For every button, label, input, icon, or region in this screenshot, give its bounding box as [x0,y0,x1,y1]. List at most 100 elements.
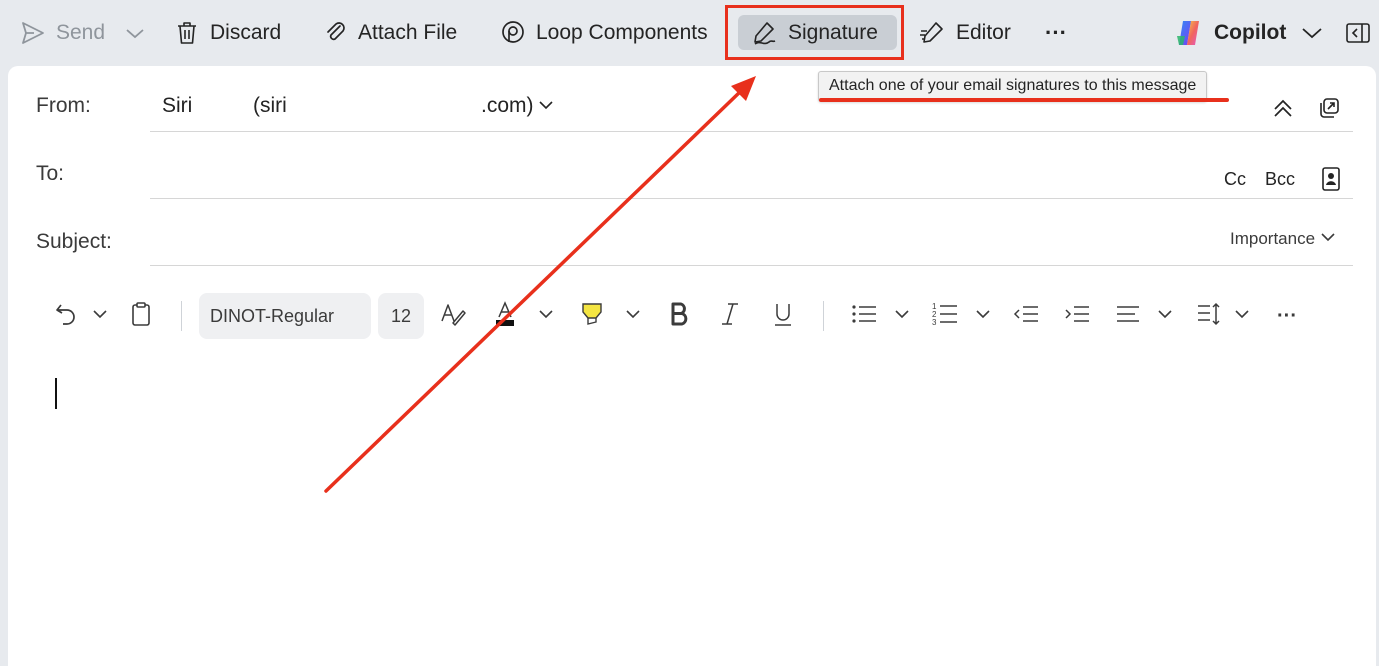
font-color-dropdown[interactable] [535,294,557,338]
chevron-down-icon [537,307,555,326]
bullet-list-icon [850,302,878,331]
subject-input[interactable] [150,218,1200,264]
tooltip-annotation-underline [819,98,1229,102]
chevron-down-icon [91,307,109,326]
more-options-button[interactable]: ··· [1045,14,1067,52]
loop-components-button[interactable]: Loop Components [500,14,708,52]
to-label: To: [36,162,65,185]
toggle-pane-button[interactable] [1344,14,1372,52]
line-spacing-button[interactable] [1193,294,1225,338]
chevron-down-icon [624,307,642,326]
chevron-down-icon [1300,22,1324,44]
chevron-down-icon [893,307,911,326]
double-chevron-up-icon [1270,99,1296,124]
side-pane-icon [1344,21,1372,45]
address-book-button[interactable] [1319,165,1343,198]
font-size-select[interactable]: 12 [378,293,424,339]
pop-out-button[interactable] [1317,96,1341,125]
chevron-down-icon [1233,307,1251,326]
font-size-value: 12 [390,305,412,326]
loop-icon [500,20,526,46]
text-caret [55,378,57,409]
send-label: Send [56,21,106,44]
bullets-dropdown[interactable] [891,294,913,338]
editor-label: Editor [956,21,1011,44]
format-separator [181,301,182,331]
to-input[interactable] [150,150,1200,196]
attach-file-button[interactable]: Attach File [324,14,457,52]
send-button[interactable]: Send [20,14,105,52]
bcc-button[interactable]: Bcc [1265,169,1295,190]
send-options-dropdown[interactable] [124,14,146,52]
align-left-icon [1114,302,1142,331]
to-divider [150,198,1353,199]
chevron-down-icon [1320,229,1336,249]
format-styles-button[interactable] [437,294,469,338]
attach-file-label: Attach File [358,21,458,44]
align-button[interactable] [1112,294,1144,338]
underline-icon [772,301,794,332]
decrease-indent-button[interactable] [1010,294,1042,338]
signature-annotation-box [725,5,904,60]
chevron-down-icon [538,94,554,118]
subject-divider [150,265,1353,266]
copilot-button[interactable]: Copilot [1174,14,1286,52]
from-email-start: (siri [253,94,287,117]
copilot-label: Copilot [1214,21,1287,44]
from-divider [150,131,1353,132]
discard-button[interactable]: Discard [174,14,281,52]
font-family-value: DINOT-Regular [210,305,335,326]
from-account-selector[interactable]: .com) [481,94,554,118]
italic-icon [719,301,741,332]
cc-button[interactable]: Cc [1224,169,1246,190]
more-options-label: ··· [1045,20,1067,45]
paperclip-icon [324,20,348,46]
line-spacing-icon [1195,301,1223,332]
importance-label: Importance [1230,229,1316,248]
from-email-end: .com) [481,94,534,117]
bullets-button[interactable] [848,294,880,338]
editor-pen-icon [918,20,946,46]
format-separator [823,301,824,331]
chevron-down-icon [1156,307,1174,326]
align-dropdown[interactable] [1154,294,1176,338]
svg-text:3: 3 [932,318,937,327]
underline-button[interactable] [768,294,798,338]
font-color-icon [492,300,518,333]
send-icon [20,20,46,46]
indent-icon [1063,302,1091,331]
highlight-button[interactable] [577,294,607,338]
highlighter-icon [579,300,605,333]
font-family-select[interactable]: DINOT-Regular [199,293,371,339]
undo-icon [53,301,79,332]
outdent-icon [1012,302,1040,331]
numbering-dropdown[interactable] [972,294,994,338]
collapse-header-button[interactable] [1270,96,1296,125]
discard-label: Discard [210,21,282,44]
increase-indent-button[interactable] [1061,294,1093,338]
copilot-icon [1174,18,1204,48]
copilot-dropdown[interactable] [1300,14,1324,52]
message-body[interactable] [30,350,1360,645]
chevron-down-icon [974,307,992,326]
bold-button[interactable] [664,294,694,338]
numbering-button[interactable]: 123 [929,294,961,338]
clipboard-icon [130,301,152,332]
line-spacing-dropdown[interactable] [1231,294,1253,338]
highlight-dropdown[interactable] [622,294,644,338]
clipboard-button[interactable] [126,294,156,338]
loop-components-label: Loop Components [536,21,708,44]
importance-dropdown[interactable]: Importance [1230,229,1336,249]
editor-button[interactable]: Editor [918,14,1011,52]
font-color-button[interactable] [490,294,520,338]
subject-label: Subject: [36,230,112,253]
compose-toolbar: Send Discard Attach File Loop Components… [0,0,1379,66]
pop-out-icon [1317,98,1341,124]
styles-icon [439,301,467,332]
format-more-button[interactable]: ··· [1272,294,1302,338]
bold-icon [668,301,690,332]
undo-button[interactable] [50,294,82,338]
undo-dropdown[interactable] [89,294,111,338]
from-name: Siri [162,94,193,117]
italic-button[interactable] [715,294,745,338]
